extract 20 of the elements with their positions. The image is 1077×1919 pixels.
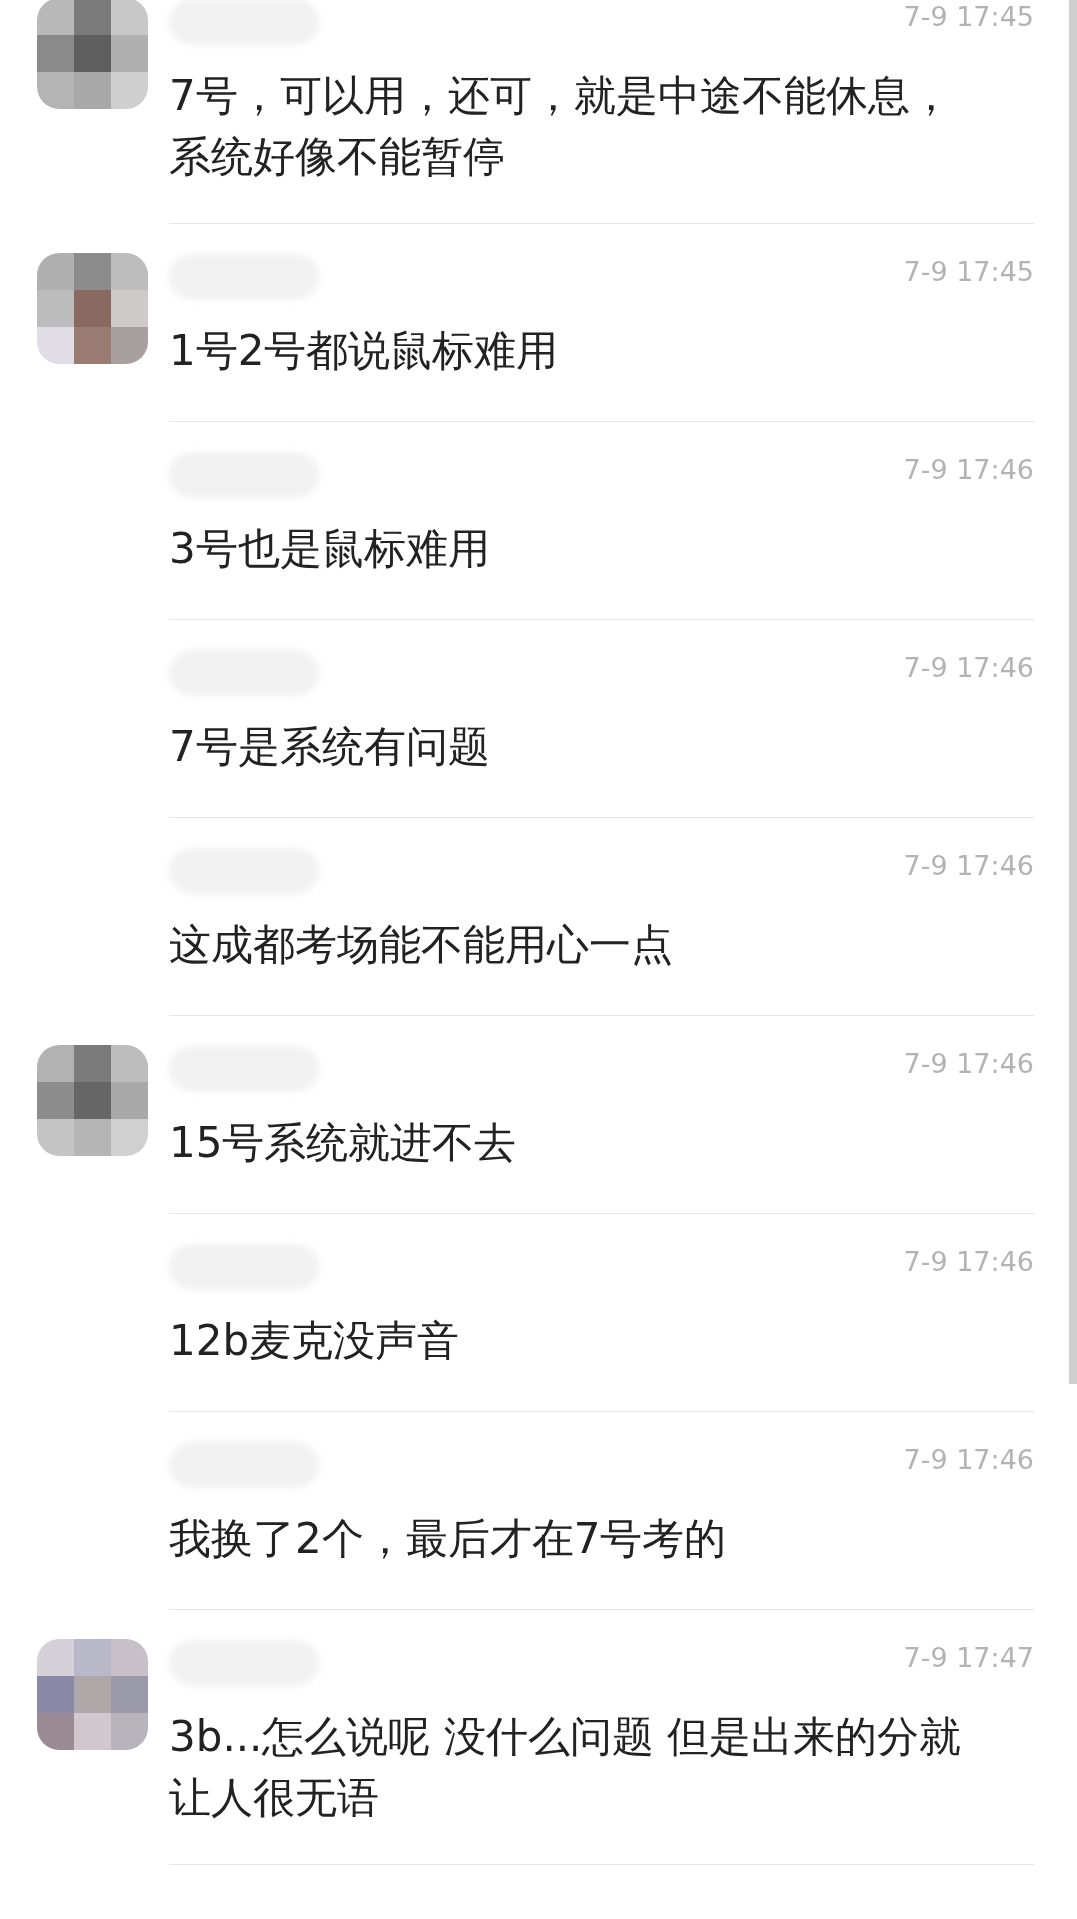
- timestamp: 7-9 17:46: [903, 651, 1034, 685]
- timestamp: 7-9 17:46: [903, 849, 1034, 883]
- comment-text: 我换了2个，最后才在7号考的: [169, 1513, 727, 1565]
- timestamp: 7-9 17:46: [903, 453, 1034, 487]
- comment-text: 这成都考场能不能用心一点: [169, 919, 673, 971]
- comment-text: 3b...怎么说呢 没什么问题 但是出来的分就: [169, 1711, 962, 1763]
- timestamp: 7-9 17:46: [903, 1443, 1034, 1477]
- timestamp: 7-9 17:45: [903, 255, 1034, 289]
- comment-text: 让人很无语: [169, 1772, 379, 1824]
- comment-text: 12b麦克没声音: [169, 1315, 460, 1367]
- timestamp: 7-9 17:46: [903, 1047, 1034, 1081]
- comment-text: 系统好像不能暂停: [169, 131, 505, 183]
- timestamp: 7-9 17:46: [903, 1245, 1034, 1279]
- comment-text: 15号系统就进不去: [169, 1117, 517, 1169]
- comment-text: 7号是系统有问题: [169, 721, 490, 773]
- comment-text: 1号2号都说鼠标难用: [169, 325, 559, 377]
- timestamp: 7-9 17:45: [903, 0, 1034, 34]
- comment-text: 7号，可以用，还可，就是中途不能休息，: [169, 70, 952, 122]
- timestamp: 7-9 17:47: [903, 1641, 1034, 1675]
- comment-text: 3号也是鼠标难用: [169, 523, 490, 575]
